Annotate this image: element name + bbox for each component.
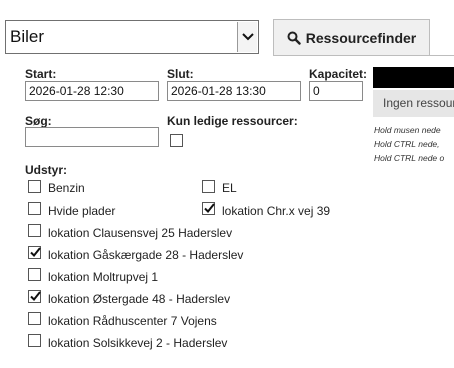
equipment-label-radhuscenter: lokation Rådhuscenter 7 Vojens [48,314,217,328]
equipment-checkbox-hvide-plader[interactable] [28,202,41,215]
search-input[interactable] [25,127,159,147]
search-label: Søg: [25,114,52,128]
capacity-input[interactable] [309,81,363,101]
equipment-label-ostergade: lokation Østergade 48 - Haderslev [48,292,231,306]
equipment-checkbox-clausensvej[interactable] [28,224,41,237]
end-label: Slut: [167,67,194,81]
start-label: Start: [25,67,57,81]
resource-type-value: Biler [10,27,45,46]
equipment-checkbox-radhuscenter[interactable] [28,312,41,325]
only-free-checkbox[interactable] [170,134,183,147]
end-input[interactable] [167,81,301,101]
equipment-label-moltrupvej: lokation Moltrupvej 1 [48,270,159,284]
no-resources-message: Ingen ressour [373,90,454,117]
equipment-label-solsikkevej: lokation Solsikkevej 2 - Haderslev [48,336,228,350]
equipment-label-chrx-vej: lokation Chr.x vej 39 [222,204,331,218]
equipment-label-hvide-plader: Hvide plader [48,204,116,218]
tab-divider [273,55,454,56]
results-header-bar [373,67,454,88]
equipment-label-el: EL [222,181,237,195]
tab-label: Ressourcefinder [305,30,417,46]
equipment-label-gaskaergade: lokation Gåskærgade 28 - Haderslev [48,248,244,262]
only-free-label: Kun ledige ressourcer: [167,114,298,128]
equipment-checkbox-moltrupvej[interactable] [28,268,41,281]
start-input[interactable] [25,81,159,101]
equipment-checkbox-ostergade[interactable] [28,290,41,303]
checkmark-icon [30,247,41,257]
hint-line-1: Hold musen nede [374,125,441,135]
equipment-checkbox-solsikkevej[interactable] [28,334,41,347]
equipment-checkbox-el[interactable] [202,180,215,193]
hint-line-3: Hold CTRL nede o [374,153,445,163]
capacity-label: Kapacitet: [309,67,368,81]
chevron-down-icon[interactable] [237,22,257,52]
equipment-label: Udstyr: [25,163,68,177]
equipment-checkbox-chrx-vej[interactable] [202,202,215,215]
checkmark-icon [30,291,41,301]
equipment-label-clausensvej: lokation Clausensvej 25 Haderslev [48,226,233,240]
equipment-checkbox-gaskaergade[interactable] [28,246,41,259]
search-icon [287,31,301,45]
resource-type-select[interactable]: Biler [5,20,259,54]
equipment-checkbox-benzin[interactable] [28,180,41,193]
tab-ressourcefinder[interactable]: Ressourcefinder [273,19,430,56]
checkmark-icon [204,203,215,213]
equipment-label-benzin: Benzin [48,181,85,195]
hint-line-2: Hold CTRL nede, [374,139,440,149]
